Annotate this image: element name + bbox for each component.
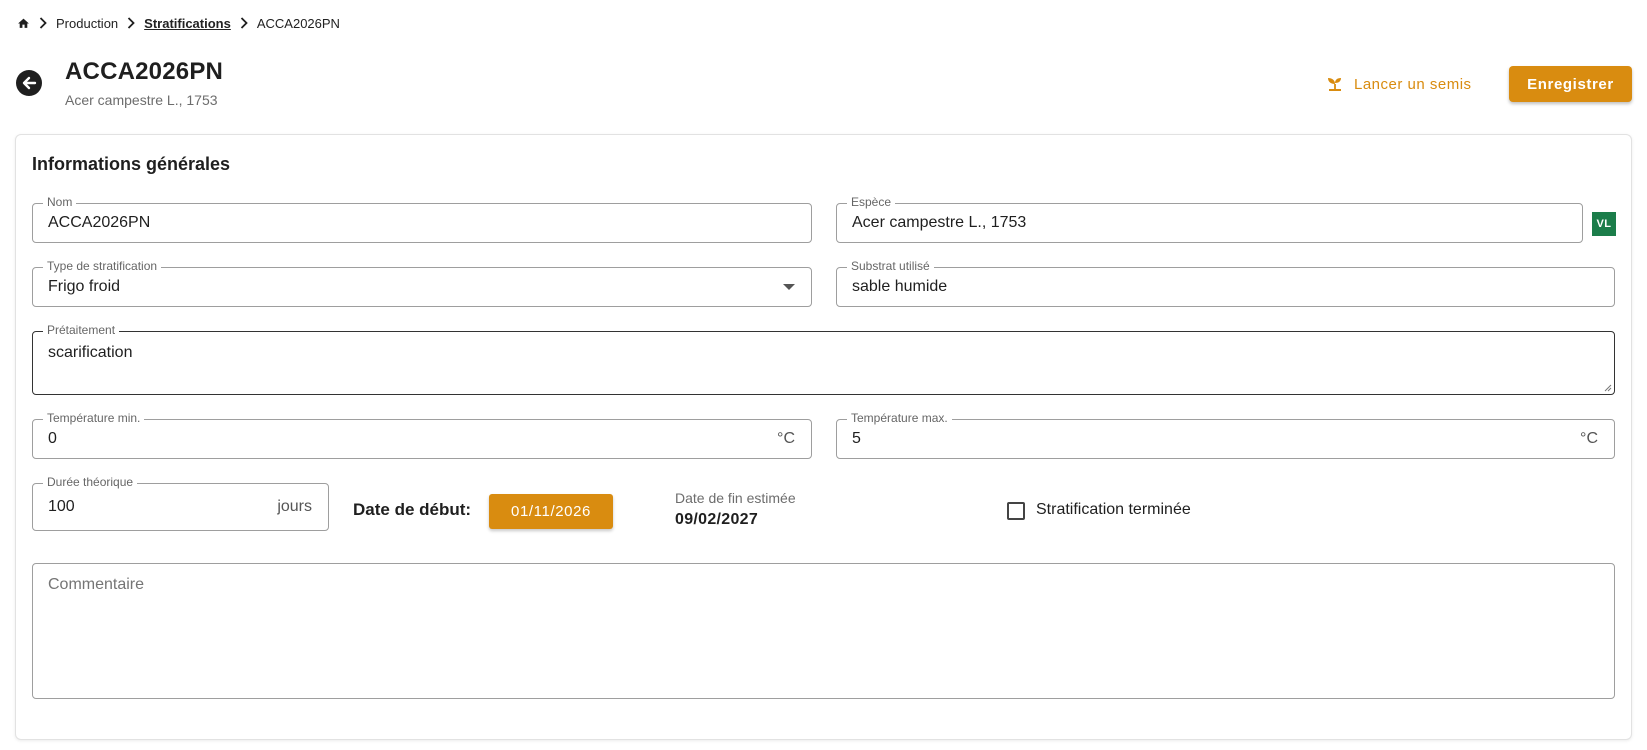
breadcrumb: Production Stratifications ACCA2026PN xyxy=(16,14,340,32)
page-subtitle: Acer campestre L., 1753 xyxy=(65,92,218,108)
stratification-terminee-checkbox[interactable] xyxy=(1007,502,1025,520)
temperature-max-value: 5 xyxy=(852,430,861,447)
temperature-min-label: Température min. xyxy=(43,411,145,425)
duree-value: 100 xyxy=(48,498,75,515)
pretraitement-field[interactable]: Prétaitement scarification xyxy=(32,323,1615,395)
arrow-left-icon xyxy=(22,76,37,90)
chevron-right-icon xyxy=(239,17,249,29)
type-value: Frigo froid xyxy=(48,278,121,295)
pretraitement-label: Prétaitement xyxy=(43,323,120,337)
temperature-min-value: 0 xyxy=(48,430,57,447)
dropdown-arrow-icon xyxy=(783,284,795,290)
breadcrumb-item-stratifications[interactable]: Stratifications xyxy=(144,16,231,31)
breadcrumb-item-production[interactable]: Production xyxy=(56,16,118,31)
type-label: Type de stratification xyxy=(43,259,162,273)
type-stratification-select[interactable]: Type de stratification Frigo froid xyxy=(32,259,812,307)
nom-label: Nom xyxy=(43,195,77,209)
section-title: Informations générales xyxy=(32,154,231,174)
temperature-max-field[interactable]: Température max. 5 °C xyxy=(836,411,1615,459)
temperature-min-field[interactable]: Température min. 0 °C xyxy=(32,411,812,459)
lancer-semis-button[interactable]: Lancer un semis xyxy=(1318,68,1480,100)
duree-theorique-field[interactable]: Durée théorique 100 jours xyxy=(32,475,329,531)
lancer-semis-label: Lancer un semis xyxy=(1354,75,1472,93)
breadcrumb-item-current: ACCA2026PN xyxy=(256,15,340,31)
substrat-value: sable humide xyxy=(852,278,948,295)
page-title: ACCA2026PN xyxy=(65,58,224,85)
commentaire-field[interactable]: Commentaire xyxy=(32,563,1615,699)
date-debut-button[interactable]: 01/11/2026 xyxy=(489,494,613,529)
temperature-min-unit: °C xyxy=(777,430,795,447)
nom-field[interactable]: Nom ACCA2026PN xyxy=(32,195,812,243)
espece-value: Acer campestre L., 1753 xyxy=(852,214,1027,231)
substrat-label: Substrat utilisé xyxy=(847,259,934,273)
nom-value: ACCA2026PN xyxy=(48,214,151,231)
chevron-right-icon xyxy=(38,17,48,29)
stratification-terminee-label[interactable]: Stratification terminée xyxy=(1036,501,1191,519)
sprout-icon xyxy=(1328,78,1341,91)
date-debut-label: Date de début: xyxy=(353,500,472,519)
resize-handle-icon[interactable] xyxy=(1604,384,1612,392)
save-button[interactable]: Enregistrer xyxy=(1509,66,1632,102)
duree-label: Durée théorique xyxy=(43,475,138,489)
espece-label: Espèce xyxy=(847,195,896,209)
vl-badge[interactable]: VL xyxy=(1592,212,1616,236)
date-fin-label: Date de fin estimée xyxy=(675,490,796,506)
pretraitement-value: scarification xyxy=(48,344,133,361)
date-fin-value: 09/02/2027 xyxy=(675,511,759,528)
temperature-max-label: Température max. xyxy=(847,411,952,425)
commentaire-placeholder: Commentaire xyxy=(48,576,145,593)
home-icon[interactable] xyxy=(16,16,30,30)
duree-unit: jours xyxy=(277,498,312,515)
substrat-field[interactable]: Substrat utilisé sable humide xyxy=(836,259,1615,307)
espece-field[interactable]: Espèce Acer campestre L., 1753 xyxy=(836,195,1583,243)
temperature-max-unit: °C xyxy=(1580,430,1598,447)
back-button[interactable] xyxy=(16,70,42,96)
chevron-right-icon xyxy=(126,17,136,29)
